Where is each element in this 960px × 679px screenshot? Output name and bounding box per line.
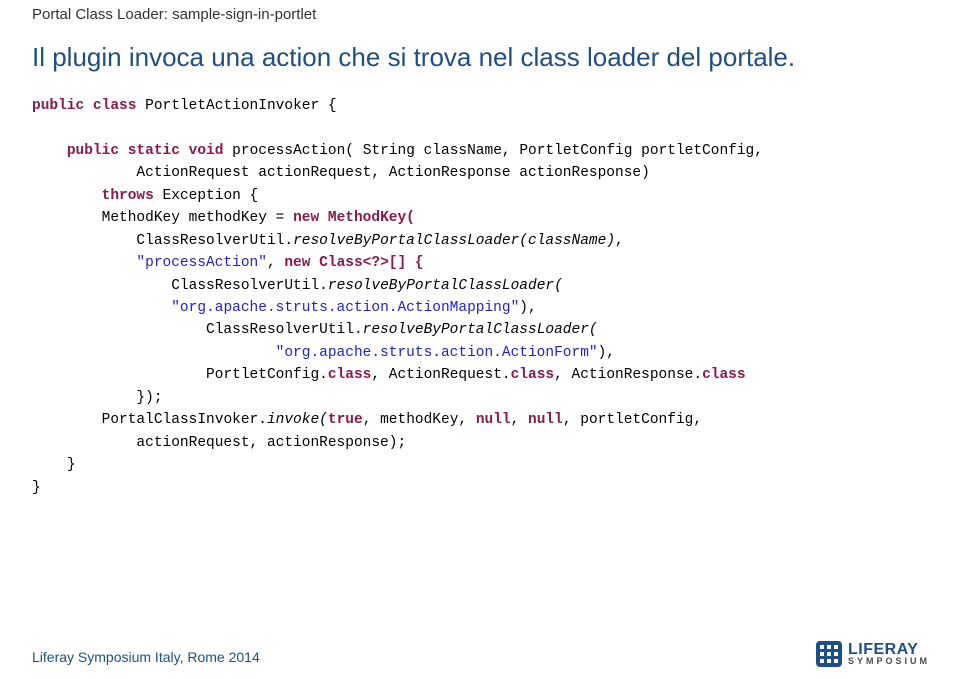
resolver-2b: resolveByPortalClassLoader( [328,278,563,294]
str-processaction: "processAction" [136,255,267,271]
close-class: } [32,480,41,496]
throws-rest: Exception { [154,188,258,204]
kw-null1: null [476,412,511,428]
resolver-3a: ClassResolverUtil. [206,322,363,338]
resolver-1a: ClassResolverUtil. [136,233,293,249]
inv-e: , portletConfig, [563,412,702,428]
pc-a: PortletConfig. [206,367,328,383]
kw-null2: null [528,412,563,428]
breadcrumb: Portal Class Loader: sample-sign-in-port… [32,6,932,23]
str-actionmapping: "org.apache.struts.action.ActionMapping" [171,300,519,316]
liferay-logo: LIFERAY SYMPOSIUM [816,641,930,667]
kw-class1: class [328,367,372,383]
invoker-a: PortalClassInvoker. [102,412,267,428]
inv-c: , methodKey, [363,412,476,428]
resolver-3b: resolveByPortalClassLoader( [363,322,598,338]
class-array: Class<?>[] { [310,255,423,271]
liferay-logo-icon [816,641,842,667]
inv-d: , [511,412,528,428]
code-block: public class PortletActionInvoker { publ… [32,95,932,499]
page-title: Il plugin invoca una action che si trova… [32,41,932,75]
method-sig-1: processAction( String className, Portlet… [223,143,763,159]
invoke-call: invoke( [267,412,328,428]
kw-void: void [189,143,224,159]
method-sig-2: ActionRequest actionRequest, ActionRespo… [136,165,649,181]
kw-static: static [128,143,180,159]
kw-new1: new [293,210,319,226]
paren-2: ), [598,345,615,361]
comma-1: , [615,233,624,249]
str-actionform: "org.apache.struts.action.ActionForm" [276,345,598,361]
kw-class3: class [702,367,746,383]
kw-throws: throws [102,188,154,204]
class-decl: PortletActionInvoker { [136,98,336,114]
arsp-a: , ActionResponse. [554,367,702,383]
kw-true: true [328,412,363,428]
ctor-methodkey: MethodKey( [319,210,415,226]
sep-1: , [267,255,284,271]
logo-name: LIFERAY [848,642,930,657]
resolver-2a: ClassResolverUtil. [171,278,328,294]
kw-new2: new [284,255,310,271]
logo-sub: SYMPOSIUM [848,657,930,666]
close-method: } [67,457,76,473]
var-decl: MethodKey methodKey = [102,210,293,226]
kw-class: class [93,98,137,114]
kw-class2: class [511,367,555,383]
ar-a: , ActionRequest. [371,367,510,383]
inv-line2: actionRequest, actionResponse); [136,435,406,451]
paren-1: ), [519,300,536,316]
kw-public2: public [67,143,119,159]
close-array: }); [136,390,162,406]
resolver-1b: resolveByPortalClassLoader(className) [293,233,615,249]
kw-public: public [32,98,84,114]
footer-text: Liferay Symposium Italy, Rome 2014 [32,649,260,665]
